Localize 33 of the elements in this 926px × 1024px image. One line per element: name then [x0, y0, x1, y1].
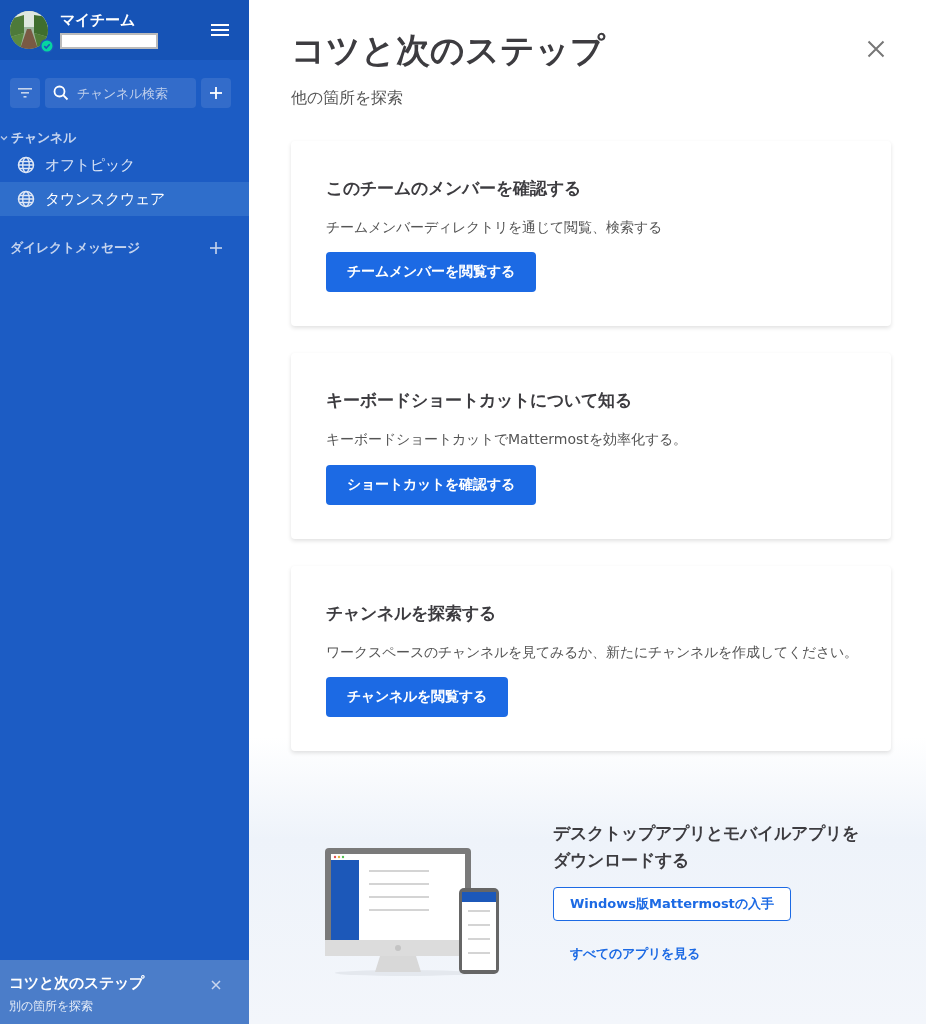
globe-icon	[17, 190, 35, 208]
online-check-icon	[40, 39, 54, 53]
menu-icon[interactable]	[211, 23, 229, 37]
globe-icon	[17, 156, 35, 174]
direct-messages-header[interactable]: ダイレクトメッセージ	[10, 239, 140, 257]
page-subtitle: 他の箇所を探索	[291, 88, 404, 109]
filter-icon	[18, 88, 32, 98]
all-apps-link[interactable]: すべてのアプリを見る	[570, 944, 700, 963]
card-action-button[interactable]: チャンネルを閲覧する	[326, 677, 508, 718]
card-description: チームメンバーディレクトリを通じて閲覧、検索する	[326, 218, 663, 237]
card-action-button[interactable]: チームメンバーを閲覧する	[326, 252, 536, 293]
download-button[interactable]: Windows版Mattermostの入手	[553, 886, 791, 921]
channel-item[interactable]: オフトピック	[0, 148, 249, 182]
card-title: チャンネルを探索する	[326, 601, 497, 625]
add-channel-button[interactable]	[201, 78, 231, 108]
card-description: ワークスペースのチャンネルを見てみるか、新たにチャンネルを作成してください。	[326, 642, 859, 662]
tips-subtitle: 別の箇所を探索	[9, 998, 94, 1015]
team-name: マイチーム	[60, 11, 136, 30]
add-icon[interactable]	[210, 242, 222, 254]
download-heading: デスクトップアプリとモバイルアプリをダウンロードする	[553, 822, 860, 873]
card-title: このチームのメンバーを確認する	[326, 177, 582, 200]
close-icon[interactable]	[867, 40, 885, 58]
filter-button[interactable]	[10, 78, 40, 108]
card-action-button[interactable]: ショートカットを確認する	[326, 464, 536, 505]
card-title: キーボードショートカットについて知る	[326, 389, 633, 413]
channels-section-header[interactable]: チャンネル	[0, 128, 249, 148]
card-description: キーボードショートカットでMattermostを効率化する。	[326, 430, 688, 450]
tips-title: コツと次のステップ	[9, 974, 144, 993]
tips-panel[interactable]: コツと次のステップ 別の箇所を探索	[0, 960, 249, 1024]
channel-item[interactable]: タウンスクウェア	[0, 182, 249, 216]
search-icon	[53, 85, 69, 101]
page-title: コツと次のステップ	[291, 29, 605, 72]
plus-icon	[210, 87, 222, 99]
